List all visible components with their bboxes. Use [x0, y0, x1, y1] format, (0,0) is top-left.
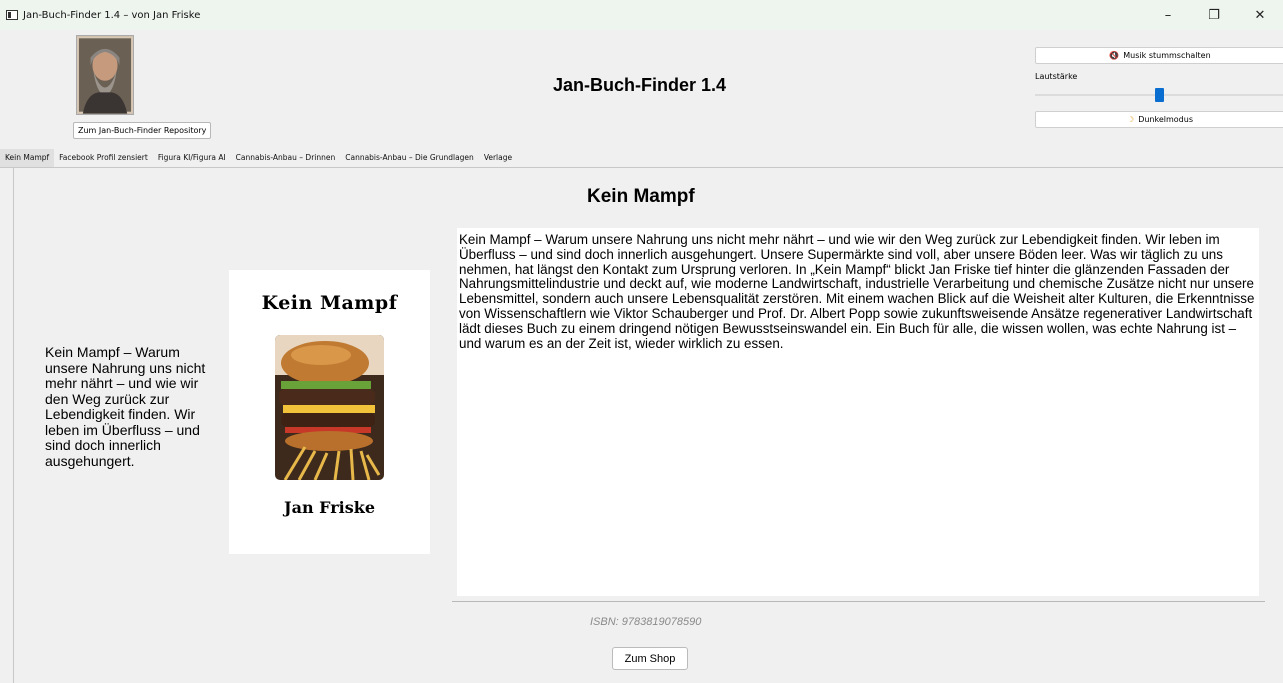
- tab-bar: Kein Mampf Facebook Profil zensiert Figu…: [0, 149, 517, 167]
- cover-title: Kein Mampf: [261, 292, 398, 314]
- volume-label: Lautstärke: [1035, 72, 1078, 81]
- volume-slider-handle[interactable]: [1155, 88, 1164, 102]
- tab-verlage[interactable]: Verlage: [479, 149, 517, 167]
- author-photo-image: [77, 36, 133, 114]
- tab-cannabis-grundlagen[interactable]: Cannabis-Anbau – Die Grundlagen: [340, 149, 479, 167]
- cover-author: Jan Friske: [284, 498, 375, 517]
- book-short-description: Kein Mampf – Warum unsere Nahrung uns ni…: [45, 344, 206, 469]
- volume-slider[interactable]: [1035, 88, 1283, 102]
- dark-mode-label: Dunkelmodus: [1138, 115, 1193, 124]
- burger-illustration: [275, 335, 384, 480]
- dark-mode-button[interactable]: ☽ Dunkelmodus: [1035, 111, 1283, 128]
- repository-button[interactable]: Zum Jan-Buch-Finder Repository: [73, 122, 212, 139]
- description-divider: [452, 601, 1265, 602]
- window-title: Jan-Buch-Finder 1.4 – von Jan Friske: [23, 9, 201, 21]
- moon-icon: ☽: [1127, 115, 1135, 124]
- shop-button[interactable]: Zum Shop: [612, 647, 688, 670]
- restore-button[interactable]: ❐: [1191, 0, 1237, 30]
- tab-kein-mampf[interactable]: Kein Mampf: [0, 149, 55, 167]
- tab-facebook-profil[interactable]: Facebook Profil zensiert: [54, 149, 153, 167]
- tab-figura-ki[interactable]: Figura KI/Figura AI: [153, 149, 231, 167]
- window-controls: – ❐ ✕: [1145, 0, 1283, 30]
- close-button[interactable]: ✕: [1237, 0, 1283, 30]
- title-bar: Jan-Buch-Finder 1.4 – von Jan Friske – ❐…: [0, 0, 1283, 30]
- app-heading: Jan-Buch-Finder 1.4: [553, 75, 727, 95]
- mute-music-label: Musik stummschalten: [1123, 51, 1211, 60]
- window-app-icon: [6, 10, 18, 20]
- mute-music-button[interactable]: 🔇 Musik stummschalten: [1035, 47, 1283, 64]
- book-title: Kein Mampf: [587, 186, 695, 207]
- book-cover: Kein Mampf Jan Friske: [229, 270, 430, 554]
- author-photo: [76, 35, 134, 115]
- minimize-button[interactable]: –: [1145, 0, 1191, 30]
- cover-burger-image: [275, 335, 384, 480]
- isbn-label: ISBN: 9783819078590: [590, 616, 702, 628]
- tab-cannabis-drinnen[interactable]: Cannabis-Anbau – Drinnen: [231, 149, 341, 167]
- speaker-muted-icon: 🔇: [1109, 51, 1120, 60]
- book-long-description: Kein Mampf – Warum unsere Nahrung uns ni…: [457, 228, 1259, 596]
